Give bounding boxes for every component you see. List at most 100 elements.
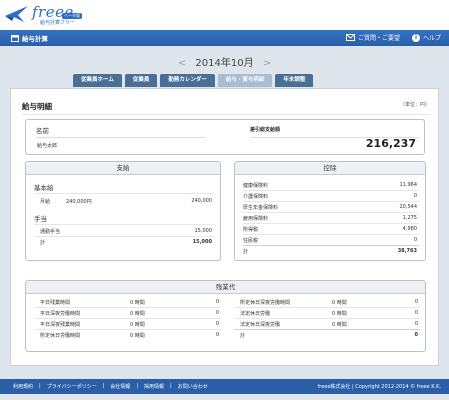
deduction-label: 雇用保険料	[243, 216, 269, 222]
overtime-hours: 0 時間	[130, 322, 145, 328]
monthly-salary-label: 月給	[40, 199, 51, 205]
deduction-value: 0	[413, 237, 417, 243]
overtime-value: 0	[414, 310, 418, 316]
overtime-hours: 0 時間	[332, 322, 347, 328]
divider	[34, 193, 214, 194]
monthly-salary-value: 240,000	[191, 198, 212, 204]
deduction-value: 11,964	[399, 182, 418, 188]
overtime-label: 平日深夜残業時間	[40, 322, 81, 328]
deduction-label: 所得税	[243, 227, 259, 233]
overtime-hours: 0 時間	[130, 333, 145, 339]
overtime-hours: 0 時間	[130, 311, 145, 317]
payslip-summary: 名前 給与太郎 差引総支給額 216,237	[25, 119, 425, 155]
calendar-icon	[11, 35, 19, 42]
deductions-box: 控除 健康保険料 11,964 介護保険料 0 厚生年金保険料 20,544 雇…	[234, 161, 426, 261]
base-salary-heading: 基本給	[34, 184, 54, 192]
faq-label: ご質問・ご要望	[357, 35, 400, 42]
help-link[interactable]: i ヘルプ	[411, 33, 441, 42]
overtime-total-label: 計	[240, 333, 246, 339]
overtime-total-value: 0	[414, 332, 418, 338]
commute-allowance-label: 通勤手当	[40, 229, 61, 235]
app-title[interactable]: 給与計算	[11, 33, 48, 43]
app-title-label: 給与計算	[22, 35, 48, 43]
period-selector: < 2014年10月 >	[0, 54, 449, 69]
divider	[34, 224, 214, 225]
tab-year-end-adjustment[interactable]: 年末調整	[275, 74, 314, 87]
overtime-value: 0	[414, 299, 418, 305]
divider	[234, 318, 420, 319]
overtime-label: 法定休日労働	[240, 311, 271, 317]
allowance-heading: 手当	[34, 215, 47, 223]
faq-link[interactable]: ご質問・ご要望	[345, 33, 400, 42]
info-icon: i	[411, 33, 420, 42]
footer-link-terms[interactable]: 利用規約	[10, 383, 36, 390]
copyright: freee株式会社 | Copyright 2012-2014 © freee …	[317, 384, 441, 390]
payslip-panel: 給与明細 （単位：円） 名前 給与太郎 差引総支給額 216,237 支給 基本…	[10, 88, 439, 366]
payments-box: 支給 基本給 月給 240,000円 240,000 手当 通勤手当 15,00…	[25, 161, 221, 261]
divider	[34, 329, 221, 330]
payments-total-label: 計	[40, 240, 46, 246]
net-pay-value: 216,237	[365, 137, 416, 150]
brand-header: freee ベータ版 給与計算フリー	[0, 0, 449, 30]
deduction-label: 健康保険料	[243, 183, 269, 189]
footer-link-privacy[interactable]: プライバシーポリシー	[44, 383, 100, 390]
deduction-label: 住民税	[243, 238, 259, 244]
top-nav-bar: 給与計算 ご質問・ご要望 i ヘルプ	[0, 30, 449, 46]
payments-header: 支給	[26, 162, 220, 175]
employee-name: 給与太郎	[37, 143, 58, 149]
overtime-value: 0	[215, 299, 219, 305]
divider	[34, 318, 221, 319]
tab-payslips[interactable]: 給与・賞与明細	[217, 74, 273, 87]
mail-icon	[345, 34, 355, 41]
overtime-value: 0	[215, 321, 219, 327]
deductions-total-value: 38,763	[397, 248, 417, 254]
footer-link-contact[interactable]: お問い合わせ	[175, 383, 211, 390]
help-label: ヘルプ	[422, 35, 441, 42]
overtime-label: 所定休日深夜労働時間	[240, 300, 291, 306]
name-label: 名前	[36, 127, 49, 135]
main-tabs: 従業員ホーム 従業員 勤務カレンダー 給与・賞与明細 年末調整	[73, 74, 314, 87]
divider	[234, 307, 420, 308]
overtime-header: 残業代	[26, 281, 425, 294]
overtime-hours: 0 時間	[130, 300, 145, 306]
next-month-button[interactable]: >	[263, 58, 271, 69]
unit-note: （単位：円）	[399, 102, 430, 108]
tab-employees[interactable]: 従業員	[124, 74, 158, 87]
commute-allowance-value: 15,000	[194, 228, 213, 234]
overtime-value: 0	[215, 310, 219, 316]
deduction-label: 介護保険料	[243, 194, 269, 200]
deduction-label: 厚生年金保険料	[243, 205, 279, 211]
deduction-value: 20,544	[399, 204, 418, 210]
overtime-box: 残業代 平日残業時間 0 時間 0 平日深夜労働時間 0 時間 0 平日深夜残業…	[25, 280, 426, 352]
monthly-salary-rate: 240,000円	[66, 199, 92, 205]
footer-links: 利用規約 | プライバシーポリシー | 会社情報 | 採用情報 | お問い合わせ	[10, 383, 211, 390]
deductions-total-label: 計	[243, 249, 249, 255]
payments-total-value: 15,000	[192, 239, 212, 245]
overtime-label: 所定休日労働時間	[40, 333, 81, 339]
prev-month-button[interactable]: <	[178, 58, 186, 69]
divider	[243, 201, 419, 202]
overtime-value: 0	[215, 332, 219, 338]
tab-work-calendar[interactable]: 勤務カレンダー	[160, 74, 215, 87]
divider	[243, 245, 419, 246]
deduction-value: 1,275	[402, 215, 417, 221]
tab-employee-home[interactable]: 従業員ホーム	[73, 74, 122, 87]
deduction-value: 0	[413, 193, 417, 199]
overtime-label: 法定休日深夜労働	[240, 322, 281, 328]
divider	[243, 234, 419, 235]
overtime-label: 平日深夜労働時間	[40, 311, 81, 317]
page-title: 給与明細	[22, 102, 52, 111]
overtime-hours: 0 時間	[332, 311, 347, 317]
divider	[34, 307, 221, 308]
freee-bird-logo-icon[interactable]	[4, 4, 30, 24]
overtime-value: 0	[414, 321, 418, 327]
overtime-label: 平日残業時間	[40, 300, 71, 306]
net-pay-label: 差引総支給額	[250, 127, 281, 133]
current-period: 2014年10月	[195, 58, 254, 69]
footer-link-company[interactable]: 会社情報	[107, 383, 133, 390]
footer: 利用規約 | プライバシーポリシー | 会社情報 | 採用情報 | お問い合わせ fre…	[0, 379, 449, 394]
divider	[34, 236, 214, 237]
footer-link-careers[interactable]: 採用情報	[141, 383, 167, 390]
divider	[36, 137, 206, 138]
deductions-header: 控除	[235, 162, 425, 175]
